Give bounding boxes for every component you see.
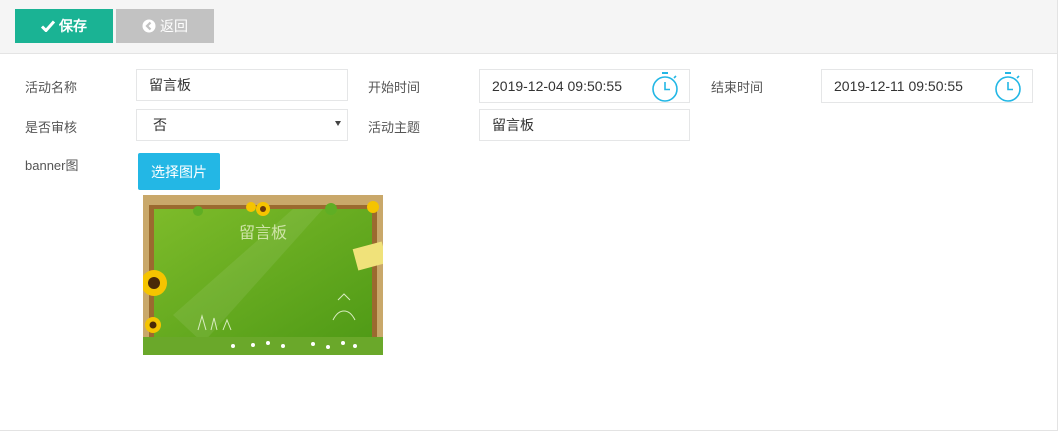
start-time-value: 2019-12-04 09:50:55 (492, 78, 622, 94)
save-button[interactable]: 保存 (15, 9, 113, 43)
back-button[interactable]: 返回 (116, 9, 214, 43)
check-icon (41, 20, 55, 32)
end-time-input[interactable]: 2019-12-11 09:50:55 (821, 69, 1033, 103)
theme-input[interactable]: 留言板 (479, 109, 690, 141)
activity-name-label: 活动名称 (25, 80, 78, 95)
activity-name-input[interactable]: 留言板 (136, 69, 348, 101)
toolbar: 保存 返回 (0, 0, 1057, 54)
save-button-label: 保存 (59, 18, 87, 34)
activity-name-value: 留言板 (149, 77, 191, 93)
banner-image-title: 留言板 (239, 223, 287, 242)
audit-label: 是否审核 (25, 120, 78, 135)
end-time-label: 结束时间 (711, 80, 764, 95)
banner-label: banner图 (25, 158, 79, 173)
audit-select[interactable]: 否 (136, 109, 348, 141)
choose-image-button[interactable]: 选择图片 (138, 153, 220, 190)
theme-label: 活动主题 (368, 120, 421, 135)
clock-icon[interactable] (994, 72, 1022, 105)
arrow-circle-left-icon (142, 19, 156, 33)
theme-value: 留言板 (492, 117, 534, 133)
start-time-label: 开始时间 (368, 80, 421, 95)
back-button-label: 返回 (160, 18, 188, 34)
clock-icon[interactable] (651, 72, 679, 105)
audit-value: 否 (153, 117, 167, 133)
end-time-value: 2019-12-11 09:50:55 (834, 78, 963, 94)
banner-image: 留言板 (143, 195, 383, 355)
chevron-down-icon (335, 121, 341, 126)
start-time-input[interactable]: 2019-12-04 09:50:55 (479, 69, 690, 103)
